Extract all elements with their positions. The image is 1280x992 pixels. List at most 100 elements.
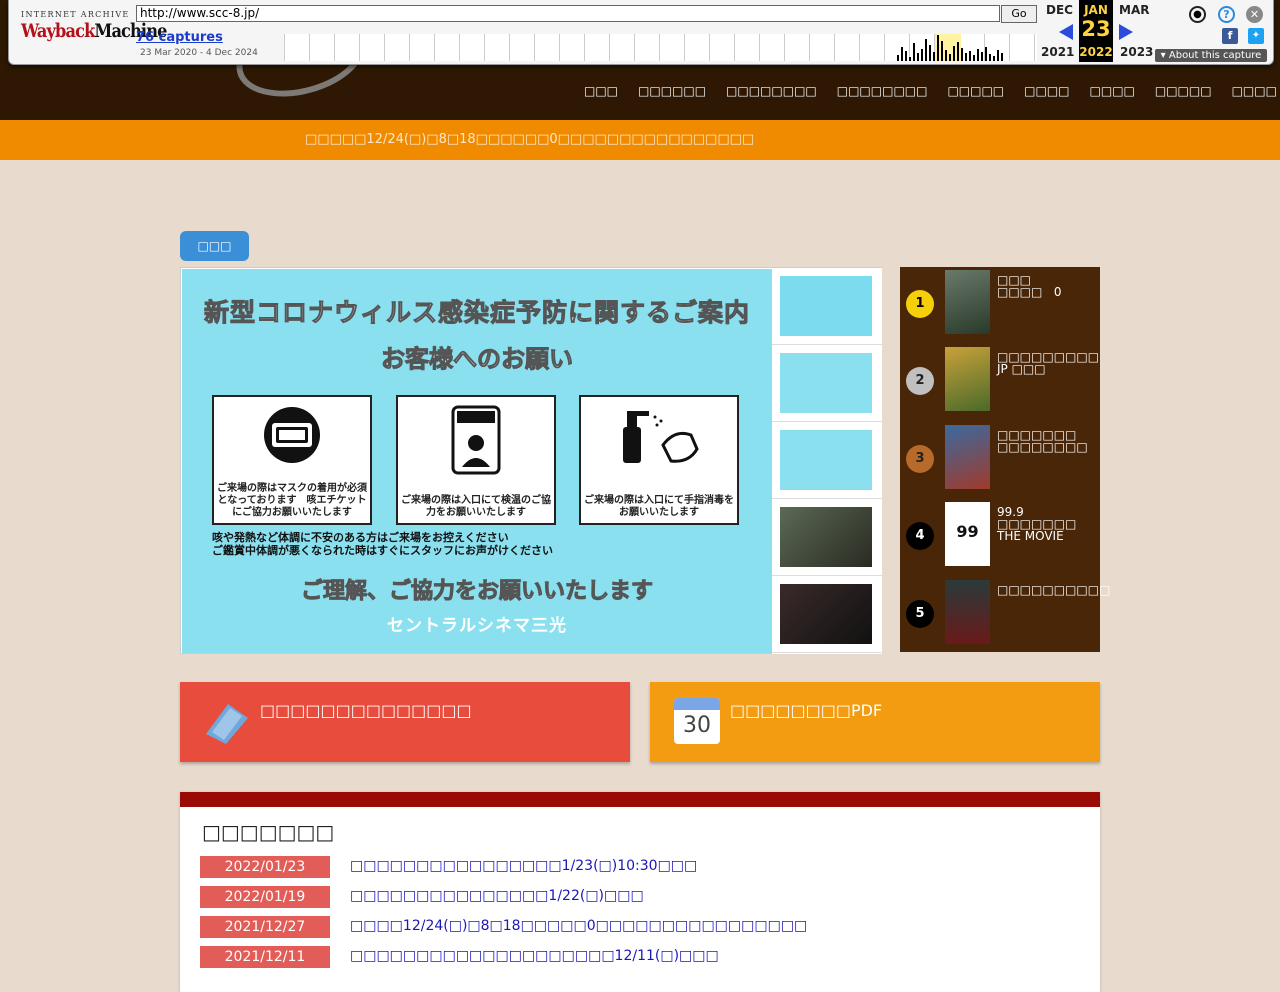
go-button[interactable]: Go bbox=[1001, 5, 1037, 23]
prev-month[interactable]: DEC bbox=[1046, 3, 1073, 17]
calendar-icon-day: 30 bbox=[683, 713, 711, 738]
next-month[interactable]: MAR bbox=[1119, 3, 1149, 17]
movie-poster bbox=[945, 270, 990, 334]
captures-link[interactable]: 76 captures bbox=[136, 30, 223, 45]
calendar-icon-header bbox=[674, 698, 720, 710]
capture-bar bbox=[913, 43, 915, 61]
movie-poster bbox=[945, 425, 990, 489]
user-icon[interactable]: ● bbox=[1189, 6, 1206, 23]
slider-thumbnails bbox=[772, 268, 882, 654]
capture-sparkline[interactable] bbox=[284, 34, 1037, 61]
prev-year: 2021 bbox=[1041, 45, 1075, 59]
movie-poster bbox=[945, 580, 990, 644]
slider-thumbnail[interactable] bbox=[772, 345, 882, 422]
nav-item[interactable]: □□□□□□□□ bbox=[837, 84, 928, 98]
news-date: 2022/01/19 bbox=[200, 886, 330, 908]
capture-bar bbox=[933, 52, 935, 61]
ranking-item[interactable]: 5 □□□□□□□□□□ bbox=[900, 577, 1111, 653]
news-date: 2022/01/23 bbox=[200, 856, 330, 878]
close-icon[interactable]: ✕ bbox=[1246, 6, 1263, 23]
capture-bar bbox=[917, 53, 919, 61]
news-link[interactable]: □□□□□□□□□□□□□□□□1/23(□)10:30□□□ bbox=[350, 858, 697, 874]
news-section: □□□□□□□ 2022/01/23 □□□□□□□□□□□□□□□□1/23(… bbox=[180, 792, 1100, 992]
capture-bar bbox=[949, 54, 951, 61]
capture-bar bbox=[1001, 53, 1003, 61]
sanitizer-card-text: ご来場の際は入口にて手指消毒をお願いいたします bbox=[584, 495, 734, 518]
current-month: JAN bbox=[1084, 3, 1108, 17]
ranking-item[interactable]: 2 □□□□□□□□□ JP □□□ bbox=[900, 344, 1100, 420]
image-slider: 新型コロナウィルス感染症予防に関するご案内 お客様へのお願い ご来場の際はマスク… bbox=[180, 267, 882, 654]
calendar-icon: 30 bbox=[674, 698, 720, 744]
capture-bar bbox=[961, 48, 963, 61]
current-year: 2022 bbox=[1079, 45, 1113, 59]
about-capture-label: About this capture bbox=[1168, 50, 1262, 61]
news-link[interactable]: □□□□□□□□□□□□□□□1/22(□)□□□ bbox=[350, 888, 644, 904]
ticket-button[interactable]: □□□□□□□□□□□□□□ bbox=[180, 682, 630, 762]
current-capture-date: JAN 23 2022 bbox=[1079, 0, 1113, 62]
rank-number: 5 bbox=[906, 600, 934, 628]
section-tab[interactable]: □□□ bbox=[180, 231, 249, 261]
next-capture-arrow-icon[interactable] bbox=[1119, 24, 1133, 40]
thumbnail-image bbox=[780, 276, 872, 336]
nav-item[interactable]: □□□□□ bbox=[947, 84, 1004, 98]
nav-item[interactable]: □□□ bbox=[584, 84, 618, 98]
rank-number: 3 bbox=[906, 445, 934, 473]
news-heading: □□□□□□□ bbox=[202, 820, 335, 844]
warning-line-1: 咳や発熱など体調に不安のある方はご来場をお控えください bbox=[212, 531, 509, 544]
schedule-button-label: □□□□□□□□PDF bbox=[730, 701, 883, 720]
slider-thumbnail[interactable] bbox=[772, 422, 882, 499]
prev-capture-arrow-icon[interactable] bbox=[1059, 24, 1073, 40]
capture-bar bbox=[993, 56, 995, 61]
capture-bar bbox=[969, 51, 971, 61]
ranking-item[interactable]: 3 □□□□□□□ □□□□□□□□ bbox=[900, 422, 1100, 498]
capture-bar bbox=[921, 49, 923, 61]
news-row: 2022/01/19 □□□□□□□□□□□□□□□1/22(□)□□□ bbox=[200, 886, 1080, 908]
movie-poster bbox=[945, 347, 990, 411]
capture-bar bbox=[905, 51, 907, 61]
thumbnail-image bbox=[780, 353, 872, 413]
nav-item[interactable]: □□□□ bbox=[1090, 84, 1135, 98]
movie-title: □□□ □□□□ 0 bbox=[997, 274, 1093, 298]
twitter-icon[interactable]: ✦ bbox=[1248, 28, 1264, 44]
temperature-card-text: ご来場の際は入口にて検温のご協力をお願いいたします bbox=[401, 495, 551, 518]
capture-bar bbox=[897, 55, 899, 61]
slide-warning: 咳や発熱など体調に不安のある方はご来場をお控えください ご鑑賞中体調が悪くなられ… bbox=[212, 531, 553, 557]
wayback-toolbar: INTERNET ARCHIVE WaybackMachine http://w… bbox=[8, 0, 1274, 65]
movie-title-text: □□□ □□□□ bbox=[997, 273, 1044, 299]
ranking-item[interactable]: 1 □□□ □□□□ 0 bbox=[900, 267, 1100, 343]
capture-bar bbox=[989, 54, 991, 61]
facebook-icon[interactable]: f bbox=[1222, 28, 1238, 44]
help-icon[interactable]: ? bbox=[1218, 6, 1235, 23]
ticket-button-label: □□□□□□□□□□□□□□ bbox=[260, 701, 472, 720]
movie-poster: 99 bbox=[945, 502, 990, 566]
news-link[interactable]: □□□□12/24(□)□8□18□□□□□0□□□□□□□□□□□□□□□□ bbox=[350, 918, 807, 934]
wayback-logo-way: Wayback bbox=[21, 20, 95, 42]
nav-item[interactable]: □□□□ bbox=[1024, 84, 1069, 98]
rank-number: 2 bbox=[906, 367, 934, 395]
movie-title: □□□□□□□□□□ bbox=[997, 583, 1111, 597]
mask-card: ご来場の際はマスクの着用が必須となっております 咳エチケットにご協力お願いいたし… bbox=[212, 395, 372, 525]
slider-thumbnail[interactable] bbox=[772, 576, 882, 653]
schedule-pdf-button[interactable]: 30 □□□□□□□□PDF bbox=[650, 682, 1100, 762]
sanitizer-card: ご来場の際は入口にて手指消毒をお願いいたします bbox=[579, 395, 739, 525]
notice-bar: □□□□□12/24(□)□8□18□□□□□□0□□□□□□□□□□□□□□□… bbox=[0, 120, 1280, 160]
movie-title: 99.9 □□□□□□□ THE MOVIE bbox=[997, 505, 1077, 543]
capture-bar bbox=[929, 45, 931, 61]
rank-number: 4 bbox=[906, 522, 934, 550]
nav-item[interactable]: □□□□□ bbox=[1155, 84, 1212, 98]
slide-covid-notice[interactable]: 新型コロナウィルス感染症予防に関するご案内 お客様へのお願い ご来場の際はマスク… bbox=[182, 269, 772, 653]
nav-item[interactable]: □□□□□□□□ bbox=[726, 84, 817, 98]
news-link[interactable]: □□□□□□□□□□□□□□□□□□□□12/11(□)□□□ bbox=[350, 948, 719, 964]
news-date: 2021/12/27 bbox=[200, 916, 330, 938]
slider-thumbnail[interactable] bbox=[772, 268, 882, 345]
nav-item[interactable]: □□□□□□ bbox=[638, 84, 706, 98]
capture-bar bbox=[973, 55, 975, 61]
slider-thumbnail[interactable] bbox=[772, 499, 882, 576]
about-capture-button[interactable]: ▾ About this capture bbox=[1155, 49, 1267, 62]
ranking-item[interactable]: 4 99 99.9 □□□□□□□ THE MOVIE bbox=[900, 499, 1100, 575]
nav-item[interactable]: □□□□ bbox=[1232, 84, 1277, 98]
url-input[interactable]: http://www.scc-8.jp/ bbox=[136, 5, 1000, 22]
movie-ranking: 1 □□□ □□□□ 0 2 □□□□□□□□□ JP □□□ 3 □□□□□□… bbox=[900, 267, 1111, 653]
notice-text[interactable]: □□□□□12/24(□)□8□18□□□□□□0□□□□□□□□□□□□□□□… bbox=[305, 132, 754, 147]
capture-bar bbox=[981, 52, 983, 61]
